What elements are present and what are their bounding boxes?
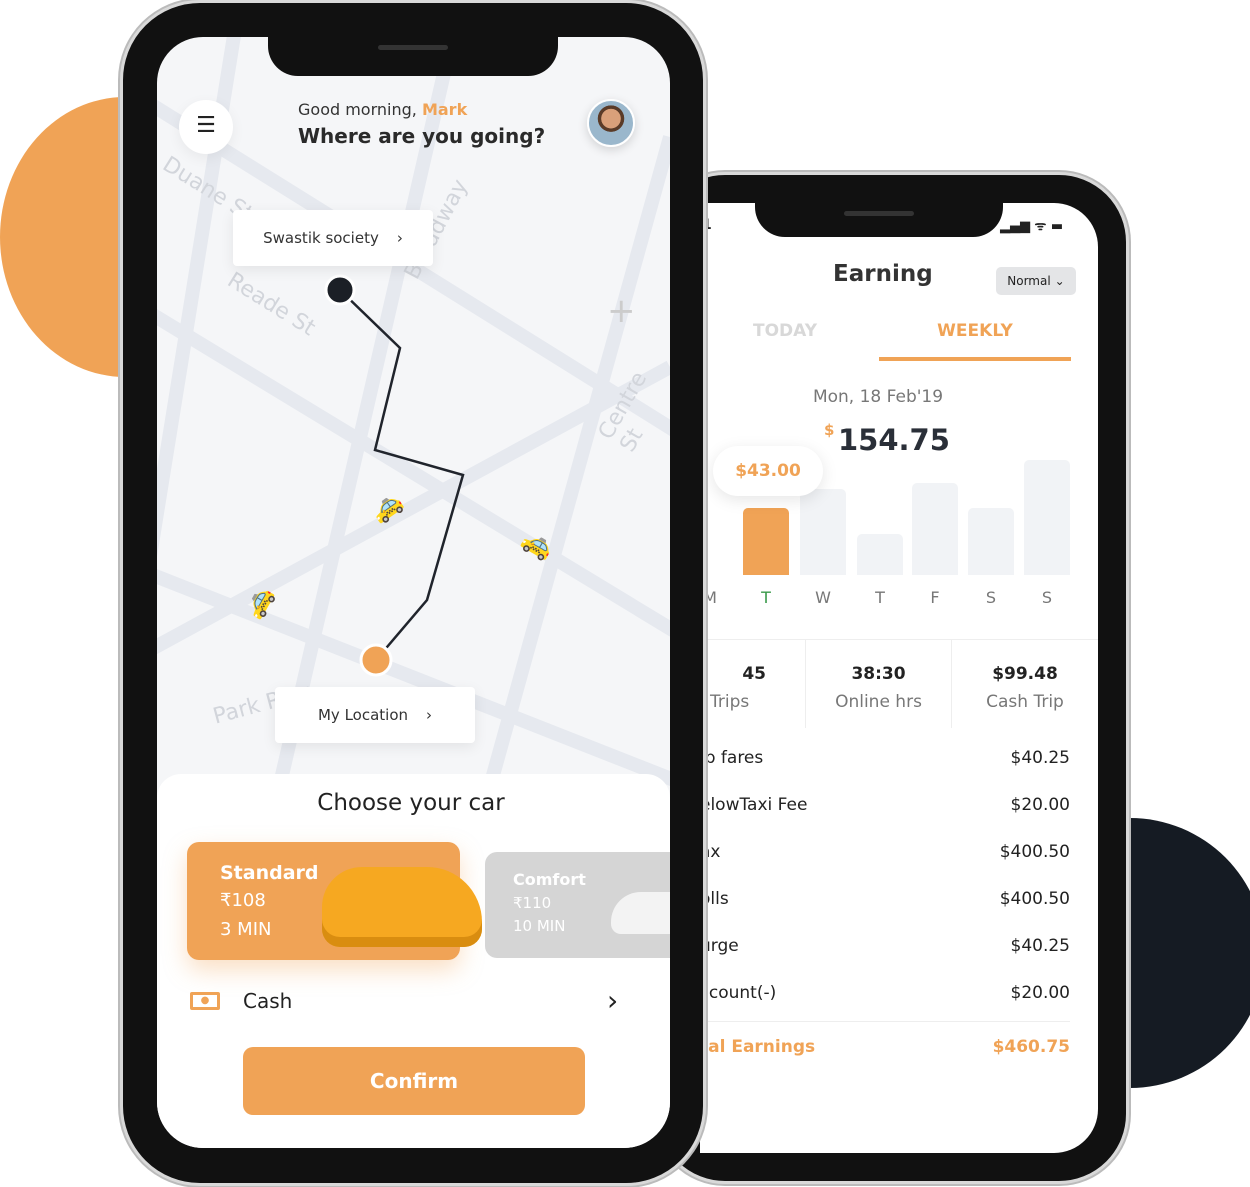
bar-tooltip: $43.00 [713,446,823,496]
stat-cash-label: Cash Trip [986,692,1064,712]
car-eta: 10 MIN [513,917,566,935]
origin-label: My Location [317,706,409,724]
day-label: F [930,588,940,607]
day-label: W [815,588,831,607]
notch [755,203,1003,237]
row-value: $400.50 [999,842,1070,862]
day-label: S [1041,588,1053,607]
origin-pill[interactable]: My Location › [275,687,475,743]
status-icons: ▂▄▆ ᯤ ▬ [1000,219,1064,234]
map[interactable]: + [157,37,670,797]
total-label: tal Earnings [700,1037,816,1057]
cash-icon: ● [190,992,220,1010]
confirm-button[interactable]: Confirm [243,1047,585,1115]
bar-6[interactable] [1024,460,1070,575]
bar-1[interactable] [743,508,789,575]
chevron-right-icon: › [426,706,433,724]
bar-4[interactable] [912,483,958,575]
chevron-down-icon: ⌄ [1054,274,1065,288]
page-title: Where are you going? [298,124,546,148]
earning-row: ax $400.50 [700,842,1070,862]
greeting-text: Good morning, [298,100,422,119]
day-label: T [761,588,771,607]
payment-method-row[interactable]: ● Cash › [157,974,637,1024]
earnings-screen: 1 ▂▄▆ ᯤ ▬ Earning Normal ⌄ TODAY WEEKLY M… [700,203,1098,1153]
menu-button[interactable]: ☰ [179,100,233,154]
stats-row: 45 Trips 38:30 Online hrs $99.48 Cash Tr… [700,639,1098,728]
car-name: Standard [220,862,319,884]
earning-row: urge $40.25 [700,936,1070,956]
row-label: scount(-) [700,983,777,1003]
date-label: Mon, 18 Feb'19 [812,387,944,407]
bar-2[interactable] [800,488,846,575]
car-option-standard[interactable]: Standard ₹108 3 MIN [187,842,482,960]
car-name: Comfort [513,870,586,889]
car-option-comfort[interactable]: Comfort ₹110 10 MIN [485,852,670,958]
tab-weekly[interactable]: WEEKLY [879,321,1071,361]
row-value: $40.25 [1010,936,1070,956]
total-value: $460.75 [992,1037,1070,1057]
currency-symbol: $ [824,421,835,439]
svg-text:+: + [607,291,636,331]
car-eta: 3 MIN [220,919,272,940]
stat-trips-value: 45 [742,664,766,684]
stat-online-label: Online hrs [835,692,922,712]
page-title: Earning [833,261,933,287]
booking-screen: + Duane St Reade St Broadway Centre St P… [157,37,670,1148]
car-icon [322,867,482,947]
sheet-title: Choose your car [317,790,505,816]
payment-label: Cash [243,989,293,1013]
earning-row: elowTaxi Fee $20.00 [700,795,1070,815]
row-value: $40.25 [1010,748,1070,768]
destination-pill[interactable]: Swastik society › [233,210,433,266]
mode-value: Normal [1007,274,1051,288]
bar-5[interactable] [968,508,1014,575]
stat-online-value: 38:30 [851,664,906,684]
weekly-total: 154.75 [838,423,950,457]
menu-icon: ☰ [196,113,216,138]
earning-row: scount(-) $20.00 [700,983,1070,1003]
car-icon [611,892,670,934]
greeting: Good morning, Mark [298,100,467,119]
total-earnings-row: tal Earnings $460.75 [700,1037,1070,1057]
row-value: $20.00 [1010,795,1070,815]
tab-today[interactable]: TODAY [753,321,817,341]
earning-row: olls $400.50 [700,889,1070,909]
day-label: S [985,588,997,607]
car-selection-sheet: Choose your car Standard ₹108 3 MIN Comf… [157,774,670,1148]
earning-row: ip fares $40.25 [700,748,1070,768]
stat-cash-value: $99.48 [992,664,1058,684]
avatar[interactable] [587,99,635,147]
chevron-right-icon: › [396,229,403,247]
mode-dropdown[interactable]: Normal ⌄ [996,267,1076,295]
chevron-right-icon: › [607,984,619,1017]
destination-label: Swastik society [263,229,379,247]
car-price: ₹110 [513,894,552,912]
row-label: elowTaxi Fee [700,795,808,815]
user-name: Mark [421,100,468,119]
row-label: ip fares [700,748,764,768]
car-price: ₹108 [220,890,266,911]
bar-3[interactable] [857,533,903,575]
stat-trips-label: Trips [710,692,750,712]
row-value: $400.50 [999,889,1070,909]
row-value: $20.00 [1010,983,1070,1003]
notch [268,37,558,76]
day-label: T [875,588,885,607]
